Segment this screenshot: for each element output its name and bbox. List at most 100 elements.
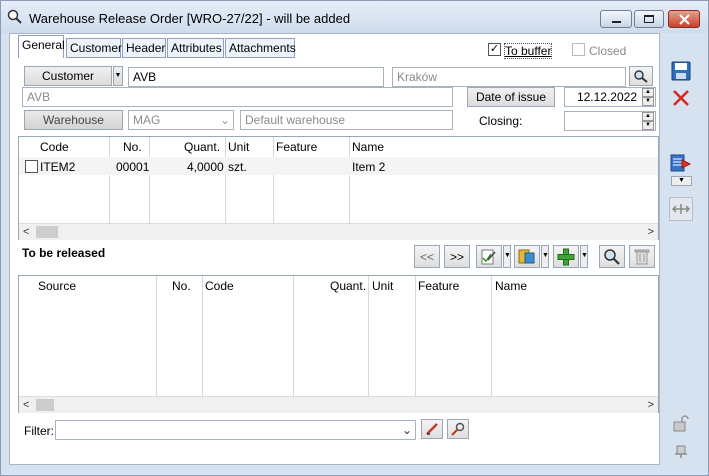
warehouse-code-field: MAG ⌄ — [128, 110, 234, 130]
find-button[interactable] — [599, 245, 625, 268]
eraser-icon — [426, 423, 438, 435]
pin-button[interactable] — [669, 439, 693, 463]
col-source[interactable]: Source — [38, 276, 76, 294]
edit-dropdown-button[interactable]: ▼ — [503, 245, 511, 268]
col-name[interactable]: Name — [495, 276, 527, 294]
magnifier-icon — [634, 70, 648, 83]
trash-icon — [634, 249, 650, 264]
cell-unit: szt. — [228, 160, 247, 174]
red-x-icon — [673, 90, 689, 106]
tab-customer[interactable]: Customer — [66, 38, 122, 58]
date-of-issue-button[interactable]: Date of issue — [467, 87, 555, 107]
col-unit[interactable]: Unit — [228, 137, 249, 155]
filter-input[interactable]: ⌄ — [55, 420, 416, 440]
magnifier-icon — [604, 248, 620, 265]
date-spinner[interactable]: ▲ ▼ — [642, 88, 654, 106]
source-link-icon — [518, 249, 535, 263]
col-code[interactable]: Code — [205, 276, 234, 294]
close-icon — [679, 14, 690, 25]
maximize-button[interactable] — [634, 10, 664, 28]
search-icon — [7, 9, 22, 24]
scroll-right-icon[interactable]: > — [648, 399, 654, 411]
scroll-right-icon[interactable]: > — [648, 226, 654, 238]
export-dropdown-button[interactable]: ▼ — [671, 176, 692, 186]
col-no[interactable]: No. — [123, 137, 142, 155]
col-name[interactable]: Name — [352, 137, 384, 155]
delete-button[interactable] — [629, 245, 655, 268]
lock-button[interactable] — [669, 411, 693, 435]
split-button[interactable] — [669, 197, 693, 221]
closing-label: Closing: — [479, 114, 523, 128]
customer-button[interactable]: Customer — [24, 66, 112, 86]
release-horizontal-scrollbar[interactable]: < > — [19, 396, 658, 413]
add-item-button[interactable] — [553, 245, 579, 268]
cell-code: ITEM2 — [40, 160, 76, 174]
items-horizontal-scrollbar[interactable]: < > — [19, 223, 658, 240]
pin-icon — [675, 445, 687, 458]
edit-document-button[interactable] — [476, 245, 502, 268]
customer-code-field[interactable]: AVB — [128, 67, 384, 87]
date-value: 12.12.2022 — [576, 90, 637, 104]
col-code[interactable]: Code — [40, 137, 69, 155]
date-of-issue-field[interactable]: 12.12.2022 ▲ ▼ — [564, 87, 656, 107]
table-row[interactable]: ITEM2 00001 4,0000 szt. Item 2 — [19, 157, 658, 175]
add-dropdown-button[interactable]: ▼ — [580, 245, 588, 268]
search-customer-button[interactable] — [629, 66, 653, 86]
tab-header[interactable]: Header — [122, 38, 166, 58]
save-button[interactable] — [669, 59, 693, 83]
link-dropdown-button[interactable]: ▼ — [541, 245, 549, 268]
customer-name-field: AVB — [22, 87, 453, 107]
scroll-left-icon[interactable]: < — [23, 399, 29, 411]
clear-filter-button[interactable] — [421, 419, 443, 439]
close-button[interactable] — [668, 10, 700, 28]
window-title: Warehouse Release Order [WRO-27/22] - wi… — [29, 11, 351, 26]
cell-name: Item 2 — [352, 160, 386, 174]
col-unit[interactable]: Unit — [372, 276, 393, 294]
to-buffer-label[interactable]: To buffer — [503, 43, 553, 59]
floppy-disk-icon — [671, 61, 691, 81]
warehouse-name-field: Default warehouse — [240, 110, 453, 130]
plus-icon — [557, 248, 575, 265]
release-table: Source No. Code Quant. Unit Feature Name… — [18, 275, 659, 413]
to-buffer-checkbox[interactable]: ✓ — [488, 43, 501, 56]
scroll-left-icon[interactable]: < — [23, 226, 29, 238]
export-button[interactable] — [669, 151, 693, 175]
col-no[interactable]: No. — [172, 276, 191, 294]
link-source-button[interactable] — [514, 245, 540, 268]
tab-attributes[interactable]: Attributes — [167, 38, 224, 58]
split-arrows-icon — [672, 204, 690, 214]
cancel-button[interactable] — [669, 86, 693, 110]
warehouse-button[interactable]: Warehouse — [24, 110, 123, 130]
filter-settings-button[interactable] — [447, 419, 469, 439]
customer-city-field: Kraków — [392, 67, 626, 87]
wrench-icon — [451, 422, 465, 436]
unlocked-icon — [673, 415, 689, 432]
col-feature[interactable]: Feature — [276, 137, 317, 155]
items-table: Code No. Quant. Unit Feature Name ITEM2 … — [18, 136, 659, 240]
closed-label: Closed — [589, 44, 627, 58]
document-edit-icon — [481, 249, 496, 264]
closed-checkbox — [572, 43, 585, 56]
chevron-down-icon: ⌄ — [219, 113, 230, 127]
filter-label: Filter: — [24, 424, 54, 438]
window: Warehouse Release Order [WRO-27/22] - wi… — [0, 0, 709, 476]
col-quant[interactable]: Quant. — [184, 137, 220, 155]
closing-spinner[interactable]: ▲ ▼ — [642, 112, 654, 130]
col-quant[interactable]: Quant. — [330, 276, 366, 294]
export-arrow-icon — [670, 154, 692, 172]
customer-dropdown-button[interactable]: ▼ — [113, 66, 123, 86]
minimize-button[interactable] — [600, 10, 632, 28]
tab-general[interactable]: General — [18, 35, 65, 58]
scroll-thumb[interactable] — [36, 399, 54, 411]
row-checkbox[interactable] — [25, 160, 38, 173]
chevron-down-icon[interactable]: ⌄ — [402, 423, 412, 437]
scroll-thumb[interactable] — [36, 226, 58, 238]
previous-button[interactable]: << — [414, 245, 440, 268]
title-bar: Warehouse Release Order [WRO-27/22] - wi… — [1, 1, 708, 33]
release-section-title: To be released — [22, 246, 106, 260]
cell-no: 00001 — [116, 160, 150, 174]
next-button[interactable]: >> — [444, 245, 470, 268]
closing-field[interactable]: ▲ ▼ — [564, 111, 656, 131]
tab-attachments[interactable]: Attachments — [225, 38, 296, 58]
col-feature[interactable]: Feature — [418, 276, 459, 294]
